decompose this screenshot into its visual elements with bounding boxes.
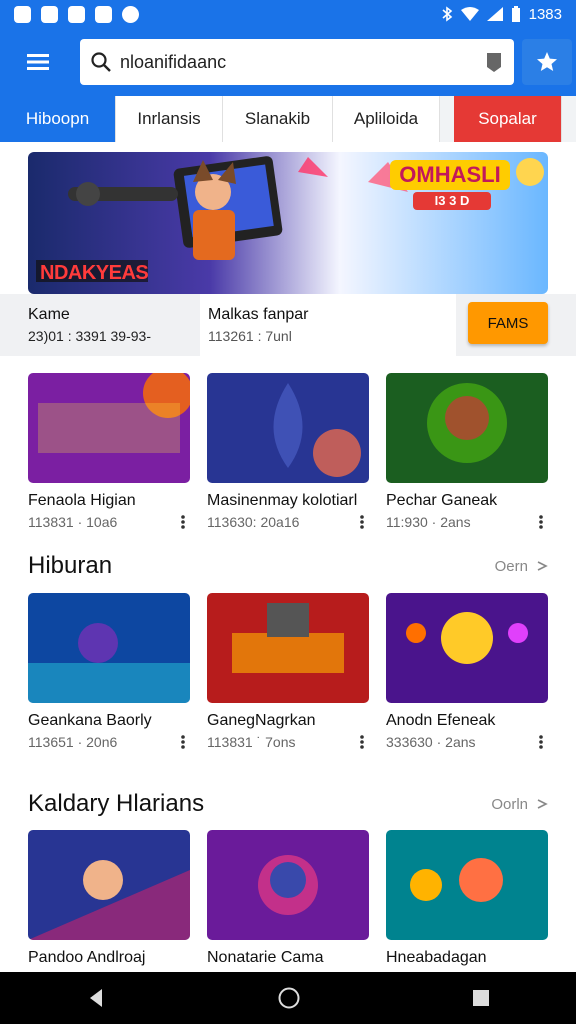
- section-title: Kaldary Hlarians: [28, 790, 205, 817]
- back-icon[interactable]: [86, 987, 106, 1009]
- game-thumbnail: [28, 373, 190, 483]
- game-card[interactable]: Pandoo Andlroaj: [28, 830, 190, 967]
- featured-mid-meta: 113261 : 7unl: [208, 328, 292, 344]
- games-row-1: Fenaola Higian 113831 · 10a6 Masinenmay …: [28, 373, 548, 530]
- game-thumbnail: [207, 593, 369, 703]
- game-title: Fenaola Higian: [28, 492, 136, 509]
- bluetooth-icon: [442, 6, 452, 22]
- featured-mid-info: Malkas fanpar 113261 : 7unl: [200, 294, 456, 356]
- app-notification-icon: [95, 5, 112, 23]
- game-meta: 113630: 20a16: [207, 514, 300, 530]
- featured-banner[interactable]: NDAKYEAS OMHASLI I3 3 D: [28, 152, 548, 294]
- game-card[interactable]: Anodn Efeneak 333630 · 2ans: [386, 593, 548, 750]
- top-app-bar: [0, 28, 576, 96]
- game-title: Pandoo Andlroaj: [28, 949, 146, 966]
- game-card[interactable]: Fenaola Higian 113831 · 10a6: [28, 373, 190, 530]
- more-options-icon[interactable]: [176, 734, 190, 750]
- system-navigation-bar: [0, 972, 576, 1024]
- tab-sopalar[interactable]: Sopalar: [454, 96, 562, 142]
- see-more-link[interactable]: Oern: [495, 558, 548, 575]
- game-card[interactable]: Pechar Ganeak 11:930 · 2ans: [386, 373, 548, 530]
- bookmark-icon[interactable]: [484, 51, 504, 73]
- game-thumbnail: [386, 373, 548, 483]
- game-thumbnail: [207, 373, 369, 483]
- hamburger-menu-icon: [27, 54, 49, 70]
- search-bar[interactable]: [80, 39, 514, 85]
- category-tabs: Hiboopn Inrlansis Slanakib Apliloida Sop…: [0, 96, 576, 142]
- wifi-icon: [460, 7, 479, 21]
- battery-icon: [511, 6, 520, 22]
- game-thumbnail: [28, 830, 190, 940]
- game-thumbnail: [386, 593, 548, 703]
- featured-mid-title: Malkas fanpar: [208, 306, 309, 323]
- section-header-hiburan: Hiburan Oern: [28, 552, 548, 580]
- banner-left-text: NDAKYEAS: [40, 262, 149, 284]
- featured-info-strip: Kame 23)01 : 3391 39-93- Malkas fanpar 1…: [0, 294, 576, 356]
- section-header-kaldary: Kaldary Hlarians Oorln: [28, 790, 548, 818]
- game-card[interactable]: Geankana Baorly 113651 · 20n6: [28, 593, 190, 750]
- game-title: Anodn Efeneak: [386, 712, 496, 729]
- app-notification-icon: [41, 5, 58, 23]
- game-meta: 333630 · 2ans: [386, 734, 476, 750]
- star-icon: [537, 52, 557, 71]
- signal-icon: [486, 7, 503, 21]
- game-meta: 11:930 · 2ans: [386, 514, 471, 530]
- featured-action-button[interactable]: FAMS: [468, 302, 548, 344]
- game-title: Pechar Ganeak: [386, 492, 498, 509]
- status-time: 1383: [528, 5, 562, 23]
- app-notification-icon: [122, 5, 139, 23]
- banner-logo-sub: I3 3 D: [434, 193, 470, 208]
- app-notification-icon: [14, 5, 31, 23]
- more-options-icon[interactable]: [534, 734, 548, 750]
- game-thumbnail: [207, 830, 369, 940]
- game-card[interactable]: GanegNagrkan 113831 ˙ 7ons: [207, 593, 369, 750]
- featured-left-title: Kame: [28, 306, 70, 323]
- game-title: GanegNagrkan: [207, 712, 316, 729]
- status-bar: 1383: [0, 0, 576, 28]
- menu-button[interactable]: [10, 34, 66, 90]
- tab-hiboopn[interactable]: Hiboopn: [0, 96, 116, 142]
- more-options-icon[interactable]: [534, 514, 548, 530]
- app-notification-icon: [68, 5, 85, 23]
- home-icon[interactable]: [277, 986, 301, 1010]
- search-input[interactable]: [120, 51, 484, 73]
- more-options-icon[interactable]: [355, 514, 369, 530]
- game-meta: 113831 · 10a6: [28, 514, 118, 530]
- favorite-button[interactable]: [522, 39, 572, 85]
- game-meta: 113651 · 20n6: [28, 734, 118, 750]
- featured-left-info: Kame 23)01 : 3391 39-93-: [28, 306, 200, 344]
- banner-logo-text: OMHASLI: [399, 162, 501, 187]
- game-card[interactable]: Nonatarie Cama: [207, 830, 369, 967]
- game-title: Hneabadagan: [386, 949, 487, 966]
- game-title: Geankana Baorly: [28, 712, 152, 729]
- tab-apliloida[interactable]: Apliloida: [333, 96, 440, 142]
- more-options-icon[interactable]: [176, 514, 190, 530]
- tab-slanakib[interactable]: Slanakib: [223, 96, 333, 142]
- game-title: Nonatarie Cama: [207, 949, 324, 966]
- arrow-right-icon: [537, 799, 548, 809]
- notification-icons: [14, 5, 139, 23]
- game-thumbnail: [28, 593, 190, 703]
- games-row-2: Geankana Baorly 113651 · 20n6 GanegNagrk…: [28, 593, 548, 750]
- recents-icon[interactable]: [472, 989, 490, 1007]
- game-card[interactable]: Hneabadagan: [386, 830, 548, 967]
- section-title: Hiburan: [28, 552, 113, 579]
- game-title: Masinenmay kolotiarl: [207, 492, 358, 509]
- search-icon: [91, 52, 111, 72]
- more-options-icon[interactable]: [355, 734, 369, 750]
- game-card[interactable]: Masinenmay kolotiarl 113630: 20a16: [207, 373, 369, 530]
- see-more-link[interactable]: Oorln: [491, 796, 548, 813]
- tab-inrlansis[interactable]: Inrlansis: [116, 96, 223, 142]
- game-meta: 113831 ˙ 7ons: [207, 734, 296, 750]
- featured-left-meta: 23)01 : 3391 39-93-: [28, 328, 151, 344]
- arrow-right-icon: [537, 561, 548, 571]
- games-row-3: Pandoo Andlroaj Nonatarie Cama Hneabadag…: [28, 830, 548, 967]
- game-thumbnail: [386, 830, 548, 940]
